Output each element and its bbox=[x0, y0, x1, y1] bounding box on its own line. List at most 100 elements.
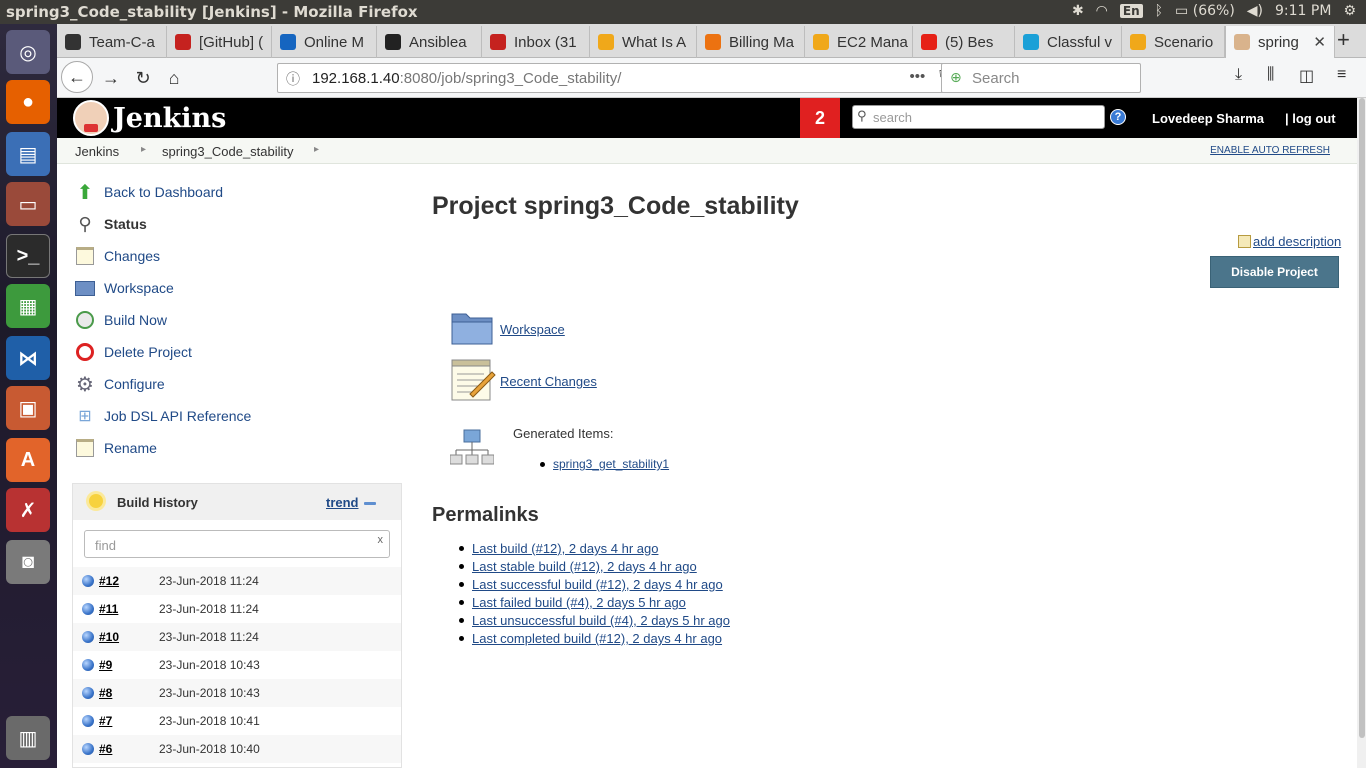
close-tab-icon[interactable]: ✕ bbox=[1313, 33, 1326, 51]
user-link[interactable]: Lovedeep Sharma bbox=[1152, 111, 1264, 126]
battery-indicator[interactable]: ▭ (66%) bbox=[1175, 3, 1235, 19]
ubuntu-dash-icon[interactable]: ◎ bbox=[6, 30, 50, 74]
terminal-icon[interactable]: >_ bbox=[6, 234, 50, 278]
browser-search-box[interactable]: ⊕ Search bbox=[941, 63, 1141, 93]
task-status[interactable]: ⚲ Status bbox=[74, 212, 146, 236]
add-description-link[interactable]: add description bbox=[1238, 234, 1341, 249]
build-date[interactable]: 23-Jun-2018 10:43 bbox=[159, 658, 260, 672]
build-date[interactable]: 23-Jun-2018 11:24 bbox=[159, 602, 259, 616]
build-date[interactable]: 23-Jun-2018 10:40 bbox=[159, 742, 260, 756]
site-info-icon[interactable]: ⓘ bbox=[286, 69, 300, 89]
volume-icon[interactable]: ◀) bbox=[1247, 3, 1263, 19]
bluetooth-icon[interactable]: ᛒ bbox=[1155, 3, 1163, 19]
menu-icon[interactable]: ≡ bbox=[1337, 66, 1346, 84]
build-date[interactable]: 23-Jun-2018 11:24 bbox=[159, 574, 259, 588]
breadcrumb-job[interactable]: spring3_Code_stability bbox=[162, 144, 294, 159]
clear-find-icon[interactable]: x bbox=[378, 534, 384, 546]
build-number-link[interactable]: #8 bbox=[99, 686, 112, 700]
build-status-ball-icon[interactable] bbox=[82, 575, 94, 587]
network-icon[interactable]: ✱ bbox=[1072, 3, 1084, 19]
browser-tab[interactable]: What Is A bbox=[590, 26, 697, 58]
page-actions-icon[interactable]: ••• bbox=[910, 68, 926, 86]
build-status-ball-icon[interactable] bbox=[82, 715, 94, 727]
task-configure[interactable]: ⚙ Configure bbox=[74, 372, 165, 396]
image-viewer-icon[interactable]: ▤ bbox=[6, 132, 50, 176]
browser-tab[interactable]: Scenario bbox=[1122, 26, 1225, 58]
file-manager-icon[interactable]: ▭ bbox=[6, 182, 50, 226]
build-date[interactable]: 23-Jun-2018 10:43 bbox=[159, 686, 260, 700]
breadcrumb-jenkins[interactable]: Jenkins bbox=[75, 144, 119, 159]
browser-tab[interactable]: Billing Ma bbox=[697, 26, 805, 58]
jenkins-logo[interactable]: Jenkins bbox=[73, 100, 226, 136]
browser-tab[interactable]: Classful v bbox=[1015, 26, 1122, 58]
permalink-link[interactable]: Last completed build (#12), 2 days 4 hr … bbox=[472, 631, 722, 646]
address-bar[interactable]: ⓘ 192.168.1.40:8080/job/spring3_Code_sta… bbox=[277, 63, 987, 93]
browser-tab[interactable]: Team-C-a bbox=[57, 26, 167, 58]
breadcrumb-separator-icon[interactable]: ▸ bbox=[141, 144, 146, 155]
build-number-link[interactable]: #6 bbox=[99, 742, 112, 756]
build-date[interactable]: 23-Jun-2018 10:41 bbox=[159, 714, 260, 728]
trash-icon[interactable]: ▥ bbox=[6, 716, 50, 760]
permalink-link[interactable]: Last stable build (#12), 2 days 4 hr ago bbox=[472, 559, 697, 574]
presentation-icon[interactable]: ▣ bbox=[6, 386, 50, 430]
trend-link[interactable]: trend bbox=[326, 495, 359, 510]
task-workspace[interactable]: Workspace bbox=[74, 276, 174, 300]
browser-tab[interactable]: Ansiblea bbox=[377, 26, 482, 58]
permalink-link[interactable]: Last unsuccessful build (#4), 2 days 5 h… bbox=[472, 613, 730, 628]
forward-button[interactable]: → bbox=[97, 64, 125, 92]
task-back-to-dashboard[interactable]: ⬆ Back to Dashboard bbox=[74, 180, 223, 204]
generated-item-link[interactable]: spring3_get_stability1 bbox=[553, 457, 669, 471]
browser-tab[interactable]: EC2 Mana bbox=[805, 26, 913, 58]
firefox-icon[interactable]: ● bbox=[6, 80, 50, 124]
software-center-icon[interactable]: A bbox=[6, 438, 50, 482]
task-changes[interactable]: Changes bbox=[74, 244, 160, 268]
clock[interactable]: 9:11 PM bbox=[1275, 3, 1331, 19]
reload-button[interactable]: ↻ bbox=[129, 64, 157, 92]
jenkins-search-input[interactable]: ⚲ search bbox=[852, 105, 1105, 129]
browser-tab[interactable]: (5) Bes bbox=[913, 26, 1015, 58]
camera-icon[interactable]: ◙ bbox=[6, 540, 50, 584]
sidebar-icon[interactable]: ◫ bbox=[1299, 66, 1314, 86]
keyboard-layout[interactable]: En bbox=[1119, 4, 1143, 18]
settings-tools-icon[interactable]: ✗ bbox=[6, 488, 50, 532]
power-gear-icon[interactable]: ⚙ bbox=[1343, 3, 1356, 19]
url-text[interactable]: 192.168.1.40:8080/job/spring3_Code_stabi… bbox=[312, 70, 621, 87]
browser-tab[interactable]: spring ✕ bbox=[1225, 26, 1335, 58]
breadcrumb-separator-icon[interactable]: ▸ bbox=[314, 144, 319, 155]
browser-tab[interactable]: [GitHub] ( bbox=[167, 26, 272, 58]
build-status-ball-icon[interactable] bbox=[82, 631, 94, 643]
library-icon[interactable]: ⫼ bbox=[1267, 66, 1274, 84]
build-number-link[interactable]: #7 bbox=[99, 714, 112, 728]
vscode-icon[interactable]: ⋈ bbox=[6, 336, 50, 380]
task-build-now[interactable]: Build Now bbox=[74, 308, 167, 332]
build-status-ball-icon[interactable] bbox=[82, 659, 94, 671]
scrollbar-thumb[interactable] bbox=[1359, 98, 1365, 738]
browser-tab[interactable]: Online M bbox=[272, 26, 377, 58]
permalink-link[interactable]: Last build (#12), 2 days 4 hr ago bbox=[472, 541, 658, 556]
enable-auto-refresh-link[interactable]: ENABLE AUTO REFRESH bbox=[1210, 145, 1330, 156]
build-history-find-input[interactable]: find x bbox=[84, 530, 390, 558]
collapse-icon[interactable] bbox=[364, 502, 376, 505]
task-delete-project[interactable]: Delete Project bbox=[74, 340, 192, 364]
logout-link[interactable]: | log out bbox=[1285, 111, 1336, 126]
back-button[interactable]: ← bbox=[61, 61, 93, 93]
wifi-icon[interactable]: ◠ bbox=[1096, 3, 1108, 19]
permalink-link[interactable]: Last successful build (#12), 2 days 4 hr… bbox=[472, 577, 723, 592]
task-job-dsl-api-reference[interactable]: ⊞ Job DSL API Reference bbox=[74, 404, 251, 428]
recent-changes-link[interactable]: Recent Changes bbox=[500, 374, 597, 389]
build-number-link[interactable]: #10 bbox=[99, 630, 119, 644]
browser-tab[interactable]: Inbox (31 bbox=[482, 26, 590, 58]
build-status-ball-icon[interactable] bbox=[82, 603, 94, 615]
spreadsheet-icon[interactable]: ▦ bbox=[6, 284, 50, 328]
task-rename[interactable]: Rename bbox=[74, 436, 157, 460]
notification-badge[interactable]: 2 bbox=[800, 98, 840, 138]
build-status-ball-icon[interactable] bbox=[82, 743, 94, 755]
downloads-icon[interactable]: ⤓ bbox=[1235, 66, 1242, 84]
new-tab-button[interactable]: + bbox=[1337, 27, 1350, 53]
disable-project-button[interactable]: Disable Project bbox=[1210, 256, 1339, 288]
build-number-link[interactable]: #9 bbox=[99, 658, 112, 672]
page-scrollbar[interactable] bbox=[1357, 98, 1366, 768]
build-number-link[interactable]: #12 bbox=[99, 574, 119, 588]
permalink-link[interactable]: Last failed build (#4), 2 days 5 hr ago bbox=[472, 595, 686, 610]
build-date[interactable]: 23-Jun-2018 11:24 bbox=[159, 630, 259, 644]
